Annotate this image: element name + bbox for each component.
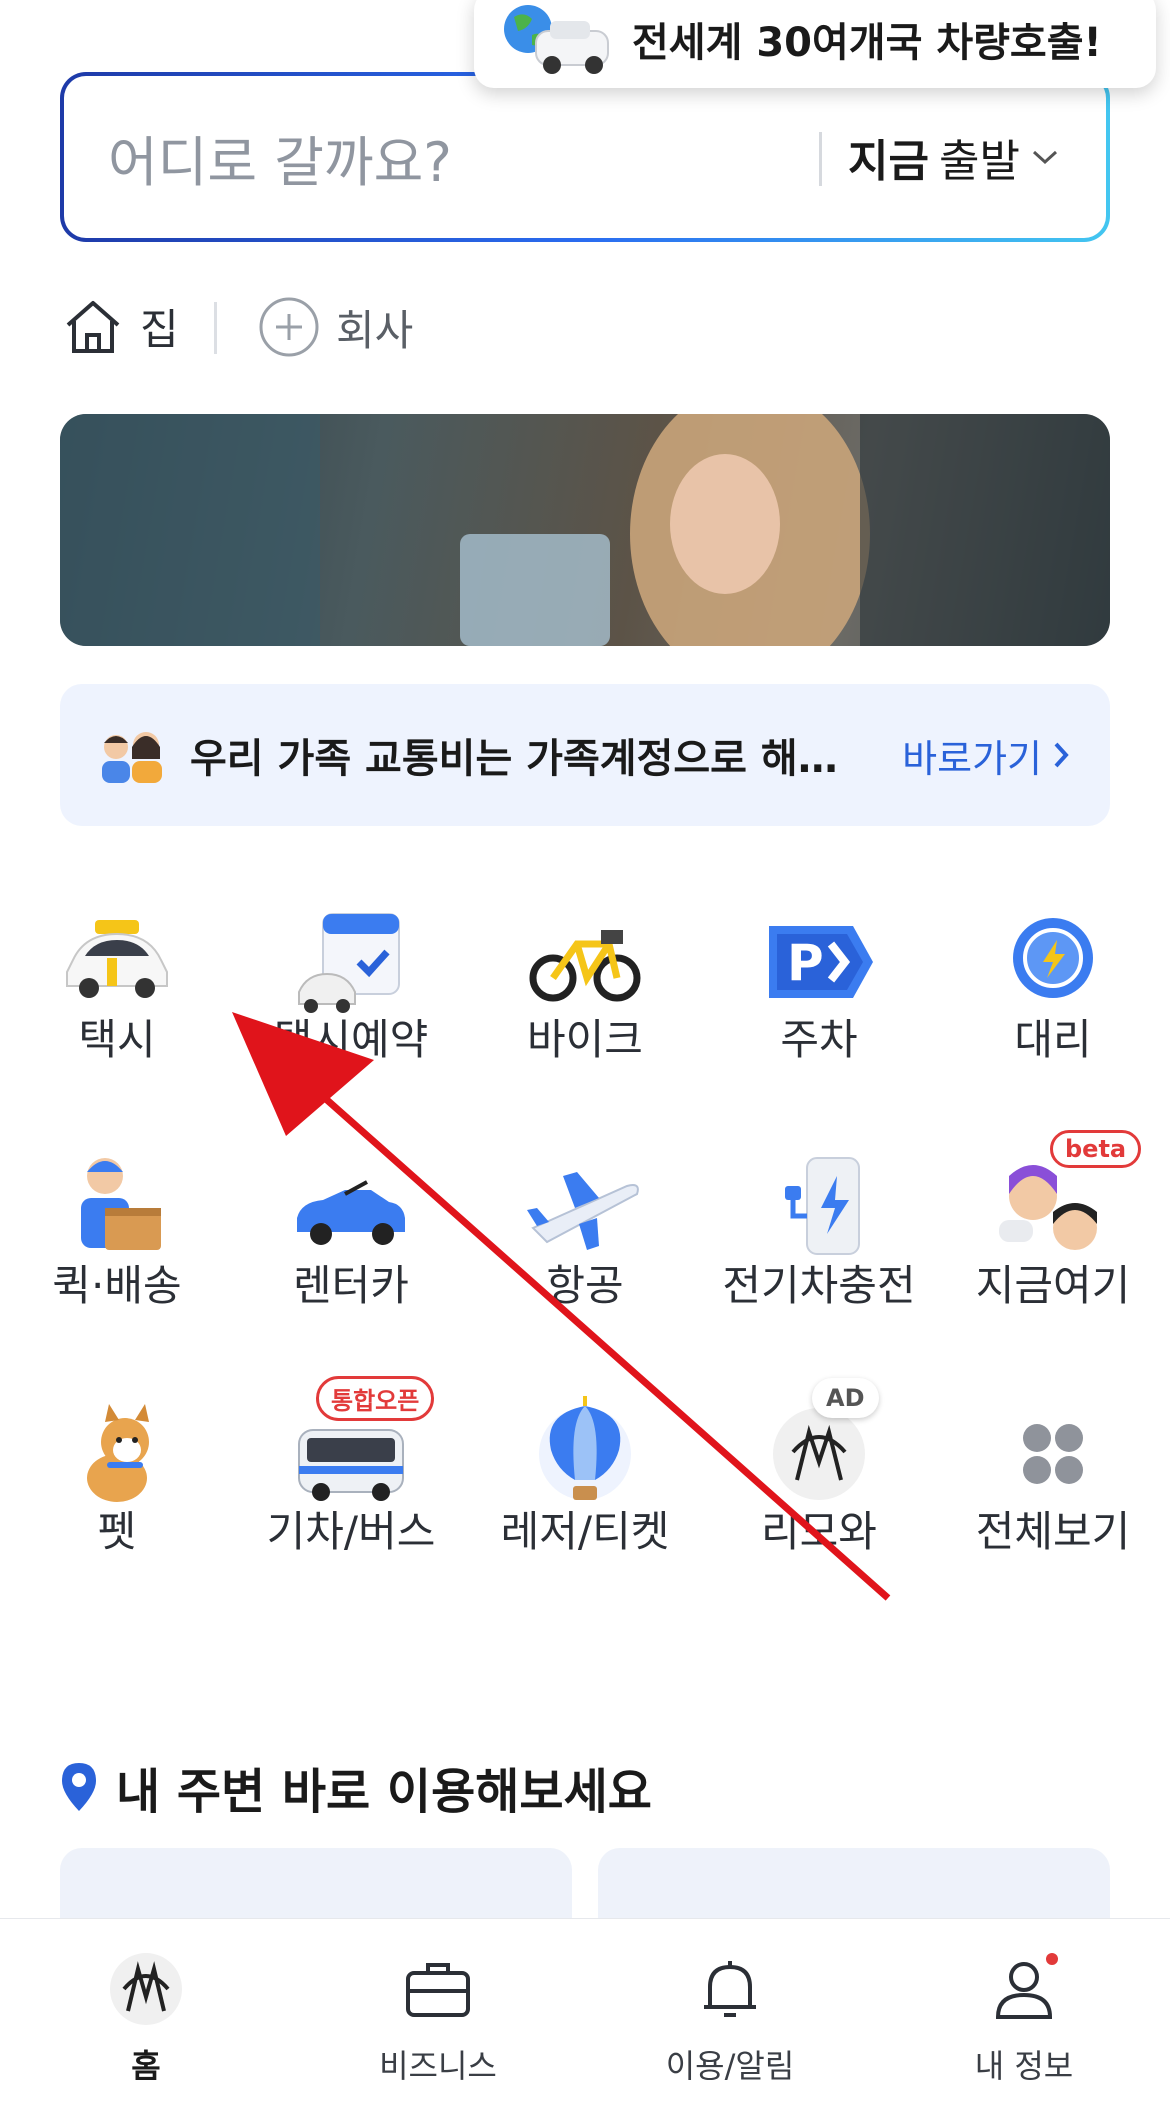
service-view-all-label: 전체보기 [975, 1507, 1131, 1556]
depart-time-bold: 지금 [848, 136, 929, 187]
service-train-bus-label: 기차/버스 [266, 1507, 436, 1556]
service-ev-charging[interactable]: 전기차충전 [704, 1146, 934, 1346]
briefcase-icon [406, 1963, 470, 2017]
service-designated-driver[interactable]: 대리 [938, 900, 1168, 1100]
shortcut-home-label: 집 [140, 305, 179, 354]
service-taxi-label: 택시 [78, 1015, 156, 1064]
banner-illustration [60, 414, 1110, 646]
promo-link[interactable]: 바로가기 [902, 728, 1070, 783]
promo-banner-image[interactable] [60, 414, 1110, 646]
nearby-title-text: 내 주변 바로 이용해보세요 [116, 1764, 652, 1820]
service-pet[interactable]: 펫 [2, 1392, 232, 1592]
service-leisure-ticket-label: 레저/티켓 [500, 1507, 670, 1556]
service-view-all[interactable]: 전체보기 [938, 1392, 1168, 1592]
nav-my-info[interactable]: 내 정보 [878, 1949, 1170, 2087]
service-taxi[interactable]: 택시 [2, 900, 232, 1100]
chevron-down-icon [1032, 150, 1057, 165]
beta-badge: beta [1050, 1130, 1142, 1168]
service-bike-label: 바이크 [527, 1015, 643, 1064]
nav-home-label: 홈 [131, 2047, 161, 2085]
service-quick-delivery[interactable]: 퀵·배송 [2, 1146, 232, 1346]
promo-link-label: 바로가기 [902, 736, 1042, 781]
nav-business-label: 비즈니스 [379, 2047, 497, 2085]
bell-icon [704, 1961, 756, 2017]
integrated-open-badge: 통합오픈 [316, 1376, 435, 1421]
service-rimowa[interactable]: AD 리모와 [704, 1378, 934, 1592]
home-icon [66, 300, 120, 353]
service-pet-label: 펫 [97, 1507, 137, 1556]
service-taxi-reservation[interactable]: 택시예약 [236, 900, 466, 1100]
service-rental-car-label: 렌터카 [293, 1261, 409, 1310]
service-quick-delivery-label: 퀵·배송 [52, 1261, 182, 1310]
nav-activity-label: 이용/알림 [665, 2047, 795, 2085]
depart-time-label: 출발 [938, 136, 1020, 187]
nav-business[interactable]: 비즈니스 [292, 1949, 584, 2087]
bottom-navigation: 홈 비즈니스 이용/알림 내 정보 [0, 1918, 1170, 2127]
nav-home[interactable]: 홈 [0, 1949, 292, 2087]
service-taxi-reservation-label: 택시예약 [273, 1015, 429, 1064]
service-bike[interactable]: 바이크 [470, 900, 700, 1100]
family-account-promo[interactable]: 우리 가족 교통비는 가족계정으로 해… 바로가기 [60, 684, 1110, 826]
service-flight-label: 항공 [546, 1261, 624, 1310]
add-circle-icon [259, 297, 319, 357]
service-designated-driver-label: 대리 [1014, 1015, 1092, 1064]
service-ev-charging-label: 전기차충전 [722, 1261, 916, 1310]
nearby-section-title: 내 주변 바로 이용해보세요 [60, 1752, 652, 1822]
global-service-toast[interactable]: 전세계 30여개국 차량호출! [474, 0, 1156, 88]
svg-text:P: P [787, 934, 824, 992]
nav-my-info-label: 내 정보 [974, 2047, 1074, 2085]
family-icon [102, 732, 162, 783]
search-divider [819, 132, 822, 186]
promo-text: 우리 가족 교통비는 가족계정으로 해… [190, 736, 838, 782]
shortcut-divider [214, 302, 217, 354]
toast-text: 전세계 30여개국 차량호출! [632, 20, 1102, 66]
service-rimowa-label: 리모와 [761, 1507, 877, 1556]
shortcut-work-label: 회사 [336, 305, 414, 355]
service-leisure-ticket[interactable]: 레저/티켓 [470, 1392, 700, 1592]
shortcut-work[interactable]: 회사 [258, 296, 413, 358]
service-here-now[interactable]: beta 지금여기 [938, 1130, 1168, 1346]
destination-search-box[interactable]: 어디로 갈까요? 지금 출발 [60, 72, 1110, 242]
service-flight[interactable]: 항공 [470, 1146, 700, 1346]
person-icon [995, 1953, 1058, 2019]
depart-time-selector[interactable]: 지금 출발 [848, 125, 1060, 189]
home-logo-icon [110, 1953, 182, 2025]
service-parking[interactable]: P 주차 [704, 900, 934, 1100]
shortcut-home[interactable]: 집 [62, 296, 179, 357]
nav-activity[interactable]: 이용/알림 [584, 1949, 876, 2087]
chevron-right-icon [1054, 742, 1069, 768]
service-parking-label: 주차 [780, 1015, 858, 1064]
service-here-now-label: 지금여기 [975, 1261, 1131, 1310]
globe-car-icon [504, 5, 609, 74]
search-placeholder[interactable]: 어디로 갈까요? [108, 118, 452, 197]
service-rental-car[interactable]: 렌터카 [236, 1146, 466, 1346]
service-train-bus[interactable]: 통합오픈 기차/버스 [236, 1376, 466, 1592]
location-pin-icon [62, 1763, 96, 1811]
ad-badge: AD [812, 1378, 879, 1418]
